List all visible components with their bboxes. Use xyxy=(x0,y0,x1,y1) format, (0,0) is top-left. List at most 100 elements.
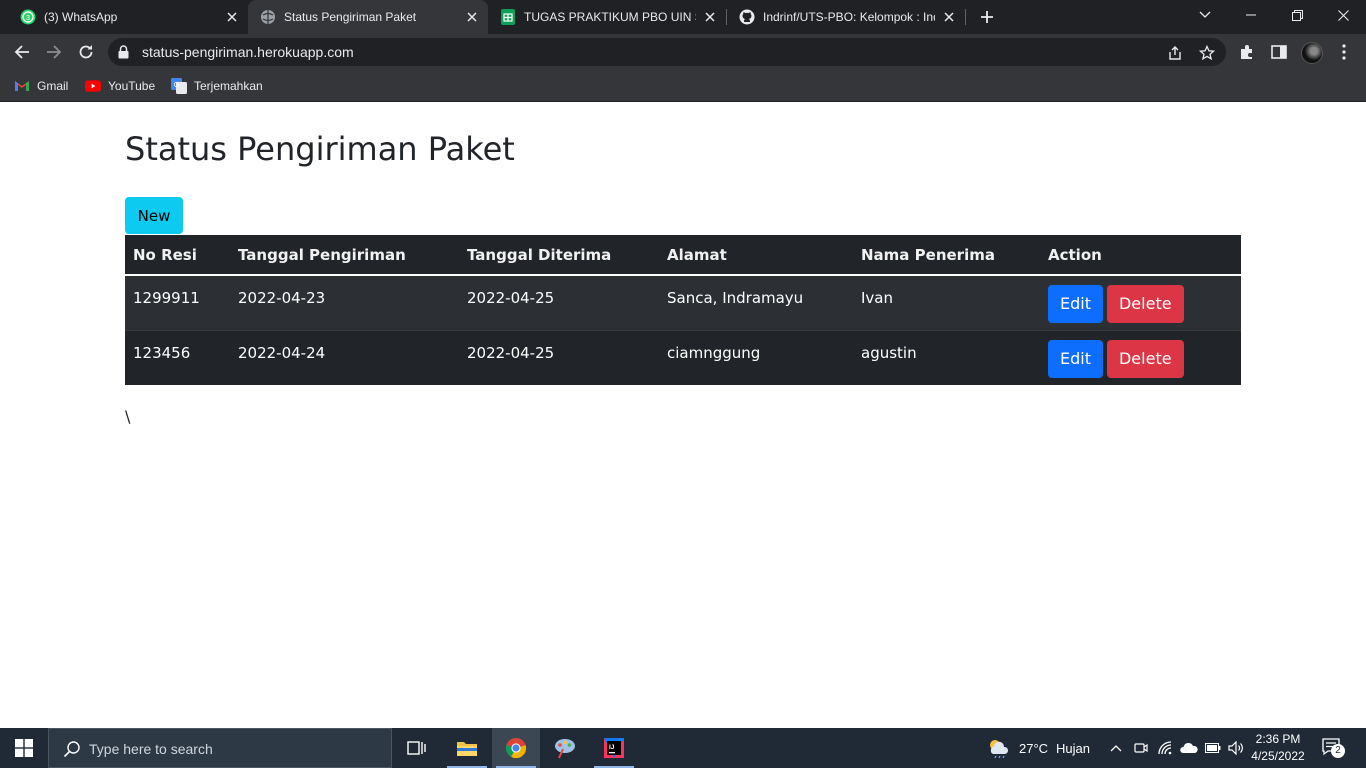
tab-github[interactable]: Indrinf/UTS-PBO: Kelompok : Indi xyxy=(727,0,965,34)
edit-button[interactable]: Edit xyxy=(1048,285,1103,323)
address-bar[interactable]: status-pengiriman.herokuapp.com xyxy=(108,38,1226,66)
tab-whatsapp[interactable]: 3 (3) WhatsApp xyxy=(8,0,248,34)
side-panel-icon[interactable] xyxy=(1269,42,1289,62)
minimize-button[interactable] xyxy=(1228,0,1274,30)
onedrive-cloud-icon[interactable] xyxy=(1180,728,1198,768)
column-header: Alamat xyxy=(667,245,727,264)
gmail-icon xyxy=(14,78,30,94)
clock-time: 2:36 PM xyxy=(1255,732,1301,746)
stray-backslash-text: \ xyxy=(125,407,131,426)
intellij-idea-icon[interactable]: IJ xyxy=(590,728,638,768)
chrome-taskbar-icon[interactable] xyxy=(492,728,540,768)
edit-button[interactable]: Edit xyxy=(1048,339,1103,378)
taskbar-clock[interactable]: 2:36 PM 4/25/2022 xyxy=(1248,731,1308,765)
windows-start-icon[interactable] xyxy=(0,728,48,768)
wifi-icon[interactable] xyxy=(1158,728,1174,768)
delete-button[interactable]: Delete xyxy=(1106,339,1184,378)
weather-widget[interactable]: 27°C Hujan xyxy=(987,728,1090,768)
github-icon xyxy=(739,9,755,25)
task-view-icon[interactable] xyxy=(393,728,441,768)
bookmark-label: YouTube xyxy=(108,79,156,93)
share-icon[interactable] xyxy=(1166,44,1184,62)
column-header: Tanggal Diterima xyxy=(467,245,612,264)
volume-speaker-icon[interactable] xyxy=(1228,728,1244,768)
notifications-button[interactable]: 2 xyxy=(1322,728,1345,768)
weather-cloud-rain-icon xyxy=(987,738,1011,758)
cell-no-resi: 1299911 xyxy=(133,289,200,307)
close-window-button[interactable] xyxy=(1320,0,1366,30)
svg-text:G: G xyxy=(174,82,179,89)
close-icon[interactable] xyxy=(941,9,957,25)
cell-tanggal-diterima: 2022-04-25 xyxy=(467,289,555,307)
tab-status-pengiriman[interactable]: Status Pengiriman Paket xyxy=(248,0,488,34)
search-placeholder: Type here to search xyxy=(89,741,213,757)
meet-now-icon[interactable] xyxy=(1134,728,1148,768)
taskbar: Type here to search IJ 27°C Hujan 2:36 P… xyxy=(0,728,1366,768)
tab-strip: 3 (3) WhatsApp Status Pengiriman Paket T… xyxy=(0,0,1366,34)
tab-title: Status Pengiriman Paket xyxy=(284,10,417,24)
bookmark-label: Terjemahkan xyxy=(194,79,263,93)
weather-condition: Hujan xyxy=(1056,740,1091,756)
whatsapp-badge: 3 xyxy=(26,15,30,22)
column-header: Tanggal Pengiriman xyxy=(238,245,406,264)
table-row: 123456 2022-04-24 2022-04-25 ciamnggung … xyxy=(125,330,1241,385)
weather-temp: 27°C xyxy=(1019,740,1049,756)
paint-app-icon[interactable] xyxy=(541,728,589,768)
column-header: No Resi xyxy=(133,245,197,264)
cell-no-resi: 123456 xyxy=(133,343,191,362)
tab-title: TUGAS PRAKTIKUM PBO UIN SGD xyxy=(524,10,696,24)
table-header-row: No Resi Tanggal Pengiriman Tanggal Diter… xyxy=(125,235,1241,275)
restore-button[interactable] xyxy=(1274,0,1320,30)
forward-arrow-icon[interactable] xyxy=(42,40,66,64)
tab-title: (3) WhatsApp xyxy=(44,10,118,24)
taskbar-search-input[interactable]: Type here to search xyxy=(48,728,392,768)
page-content: Status Pengiriman Paket New No Resi Tang… xyxy=(0,103,1366,728)
cell-nama-penerima: agustin xyxy=(861,343,917,362)
profile-avatar[interactable] xyxy=(1301,42,1323,64)
close-icon[interactable] xyxy=(224,9,240,25)
table-row: 1299911 2022-04-23 2022-04-25 Sanca, Ind… xyxy=(125,275,1241,330)
page-title: Status Pengiriman Paket xyxy=(125,130,515,168)
close-icon[interactable] xyxy=(464,9,480,25)
tab-separator xyxy=(965,9,966,25)
tab-search-chevron-icon[interactable] xyxy=(1182,0,1228,30)
url-text: status-pengiriman.herokuapp.com xyxy=(142,44,354,60)
cell-tanggal-pengiriman: 2022-04-24 xyxy=(238,343,326,362)
shipment-table: No Resi Tanggal Pengiriman Tanggal Diter… xyxy=(125,235,1241,385)
delete-button[interactable]: Delete xyxy=(1106,285,1184,323)
back-arrow-icon[interactable] xyxy=(10,40,34,64)
battery-icon[interactable] xyxy=(1205,728,1221,768)
column-header: Nama Penerima xyxy=(861,245,995,264)
new-button[interactable]: New xyxy=(125,197,183,234)
bookmark-star-icon[interactable] xyxy=(1198,44,1216,62)
cell-tanggal-pengiriman: 2022-04-23 xyxy=(238,289,326,307)
bookmark-label: Gmail xyxy=(37,79,69,93)
globe-icon xyxy=(260,9,276,25)
whatsapp-icon: 3 xyxy=(20,9,36,25)
svg-text:IJ: IJ xyxy=(609,744,615,751)
search-icon xyxy=(63,740,81,763)
notification-count-badge: 2 xyxy=(1331,744,1345,758)
kebab-menu-icon[interactable] xyxy=(1334,42,1354,62)
bookmark-youtube[interactable]: YouTube xyxy=(85,77,155,95)
google-translate-icon: G xyxy=(171,78,187,94)
file-explorer-icon[interactable] xyxy=(443,728,491,768)
lock-icon[interactable] xyxy=(118,45,129,64)
bookmarks-bar: Gmail YouTube G Terjemahkan xyxy=(0,70,1366,102)
show-hidden-icons-chevron-icon[interactable] xyxy=(1110,728,1122,768)
clock-date: 4/25/2022 xyxy=(1251,749,1305,763)
cell-tanggal-diterima: 2022-04-25 xyxy=(467,343,555,362)
extensions-puzzle-icon[interactable] xyxy=(1237,42,1257,62)
bookmark-gmail[interactable]: Gmail xyxy=(14,77,68,95)
close-icon[interactable] xyxy=(702,9,718,25)
sheets-icon xyxy=(500,9,516,25)
column-header: Action xyxy=(1048,245,1102,264)
browser-toolbar: status-pengiriman.herokuapp.com xyxy=(0,34,1366,70)
cell-action: Edit Delete xyxy=(1040,330,1241,385)
new-tab-button[interactable] xyxy=(976,7,998,27)
reload-icon[interactable] xyxy=(74,40,98,64)
bookmark-terjemahkan[interactable]: G Terjemahkan xyxy=(171,77,263,95)
tab-title: Indrinf/UTS-PBO: Kelompok : Indi xyxy=(763,10,935,24)
tab-tugas-praktikum[interactable]: TUGAS PRAKTIKUM PBO UIN SGD xyxy=(488,0,726,34)
notification-chat-icon: 2 xyxy=(1322,738,1345,758)
